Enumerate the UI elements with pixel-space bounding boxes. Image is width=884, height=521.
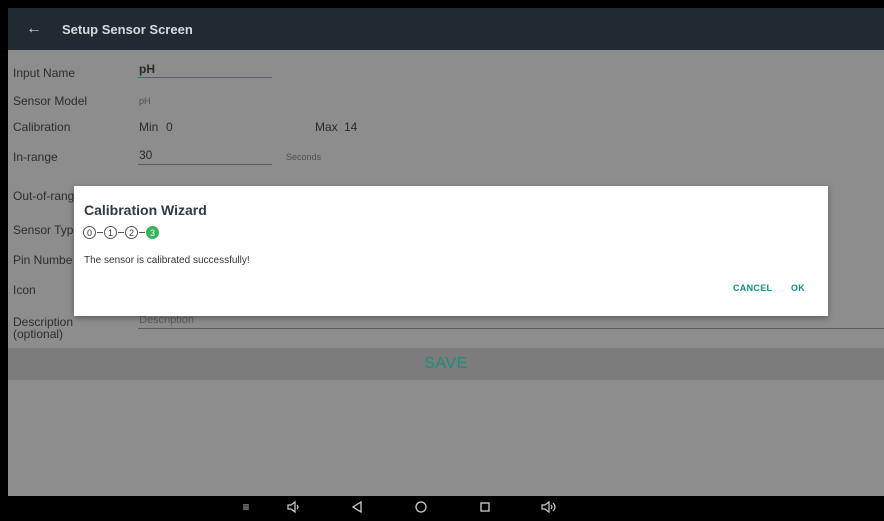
step-3-active: 3	[146, 226, 159, 239]
status-strip	[0, 0, 884, 8]
back-icon[interactable]	[347, 500, 367, 517]
collapse-icon[interactable]: ≡	[236, 500, 256, 514]
out-of-range-label: Out-of-rang	[13, 189, 75, 203]
calibration-max-value: 14	[344, 120, 358, 134]
in-range-field[interactable]: 30	[139, 148, 152, 162]
in-range-label: In-range	[13, 150, 58, 164]
app-bar: ← Setup Sensor Screen	[8, 8, 884, 50]
calibration-min-label: Min	[139, 120, 159, 134]
cancel-button[interactable]: CANCEL	[733, 283, 772, 293]
step-connector	[118, 232, 124, 233]
navigation-bar: ≡	[0, 496, 884, 521]
sensor-model-label: Sensor Model	[13, 94, 88, 108]
input-name-underline	[138, 77, 272, 78]
recents-icon[interactable]	[475, 500, 495, 517]
in-range-underline	[138, 164, 272, 165]
input-name-label: Input Name	[13, 66, 76, 80]
description-label: Description (optional)	[13, 315, 74, 341]
calibration-dialog: Calibration Wizard 0 1 2 3 The sensor is…	[74, 186, 828, 316]
step-connector	[97, 232, 103, 233]
step-connector	[139, 232, 145, 233]
volume-up-icon[interactable]	[539, 500, 559, 517]
step-indicator: 0 1 2 3	[83, 226, 159, 239]
in-range-unit: Seconds	[286, 152, 322, 162]
pin-number-label: Pin Numbe	[13, 253, 73, 267]
page-title: Setup Sensor Screen	[62, 21, 193, 37]
calibration-label: Calibration	[13, 120, 71, 134]
step-2: 2	[125, 226, 138, 239]
save-button[interactable]: SAVE	[8, 348, 884, 380]
step-0: 0	[83, 226, 96, 239]
calibration-min-value: 0	[166, 120, 173, 134]
step-1: 1	[104, 226, 117, 239]
save-label: SAVE	[424, 355, 468, 372]
ok-button[interactable]: OK	[791, 283, 805, 293]
calibration-max-label: Max	[315, 120, 338, 134]
description-underline	[138, 328, 884, 329]
home-icon[interactable]	[411, 500, 431, 517]
back-arrow-icon[interactable]: ←	[26, 20, 48, 38]
dialog-title: Calibration Wizard	[84, 202, 207, 218]
input-name-field[interactable]: pH	[139, 62, 155, 76]
dialog-message: The sensor is calibrated successfully!	[84, 255, 250, 266]
volume-down-icon[interactable]	[284, 500, 304, 517]
android-screen: ← Setup Sensor Screen Input Name pH Sens…	[0, 0, 884, 521]
sensor-model-value: pH	[139, 96, 151, 106]
icon-label: Icon	[13, 283, 36, 297]
sensor-type-label: Sensor Typ	[13, 223, 74, 237]
